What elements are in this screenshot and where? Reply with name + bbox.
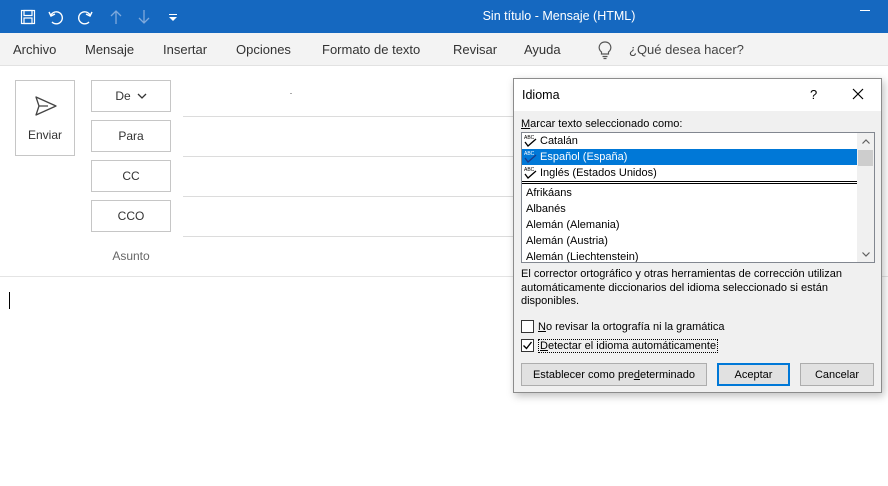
cancel-button[interactable]: Cancelar (800, 363, 874, 386)
to-field[interactable] (183, 156, 513, 157)
no-proofing-accesskey: N (538, 320, 546, 333)
listbox-scrollbar[interactable] (857, 133, 874, 262)
bcc-button[interactable]: CCO (91, 200, 171, 232)
list-item-label: Catalán (540, 135, 578, 147)
cc-field[interactable] (183, 196, 513, 197)
detect-language-label: Detectar el idioma automáticamente (538, 338, 719, 353)
no-proofing-text: o revisar la ortografía ni la gramática (545, 320, 725, 333)
scroll-up-icon[interactable] (857, 133, 874, 149)
menu-ayuda[interactable]: Ayuda (524, 42, 561, 57)
from-button[interactable]: De (91, 80, 171, 112)
send-button[interactable]: Enviar (15, 80, 75, 156)
set-default-text-a: Establecer como pre (532, 368, 634, 381)
list-item-label: Inglés (Estados Unidos) (540, 167, 657, 179)
dialog-title: Idioma (522, 88, 560, 102)
lightbulb-icon[interactable] (597, 40, 615, 60)
spellcheck-icon: ABC (524, 151, 537, 163)
menu-revisar[interactable]: Revisar (453, 42, 497, 57)
menu-formato-de-texto[interactable]: Formato de texto (322, 42, 420, 57)
mark-text-label: Marcar texto seleccionado como: (521, 118, 682, 130)
scroll-thumb[interactable] (858, 150, 873, 166)
dialog-description: El corrector ortográfico y otras herrami… (521, 268, 842, 307)
to-label: Para (118, 129, 144, 143)
from-label: De (115, 89, 131, 103)
list-item[interactable]: ABC Catalán (522, 133, 858, 149)
detect-text: etectar el idioma automáticamente (547, 339, 717, 352)
menu-archivo[interactable]: Archivo (13, 42, 56, 57)
checkmark-icon (523, 341, 533, 350)
svg-text:ABC: ABC (524, 151, 535, 157)
paper-plane-icon (34, 95, 58, 117)
language-listbox[interactable]: ABC Catalán ABC Español (España) ABC Ing… (521, 132, 875, 263)
tell-me-search[interactable]: ¿Qué desea hacer? (629, 42, 744, 57)
cc-label: CC (122, 169, 140, 183)
minimize-icon[interactable] (860, 2, 874, 18)
close-icon[interactable] (851, 87, 865, 101)
dialog-titlebar (514, 79, 881, 111)
list-item[interactable]: Alemán (Austria) (522, 233, 858, 249)
mark-label-text: arcar texto seleccionado como: (530, 118, 683, 130)
send-label: Enviar (27, 128, 62, 142)
list-item-label: Español (España) (540, 151, 628, 163)
menu-insertar[interactable]: Insertar (163, 42, 207, 57)
list-item[interactable]: Alemán (Alemania) (522, 217, 858, 233)
chevron-down-icon (137, 93, 147, 99)
list-item[interactable]: Afrikáans (522, 185, 858, 201)
scroll-down-icon[interactable] (857, 246, 874, 262)
no-proofing-label: No revisar la ortografía ni la gramática (538, 321, 724, 333)
menu-opciones[interactable]: Opciones (236, 42, 291, 57)
to-button[interactable]: Para (91, 120, 171, 152)
list-item[interactable]: Alemán (Liechtenstein) (522, 249, 858, 262)
ok-button[interactable]: Aceptar (717, 363, 790, 386)
set-default-text-b: eterminado (639, 368, 696, 381)
no-proofing-checkbox-row[interactable]: No revisar la ortografía ni la gramática (521, 319, 724, 334)
bcc-field[interactable] (183, 236, 513, 237)
window-title-text: Sin título - Mensaje (HTML) (482, 9, 636, 23)
set-default-button[interactable]: Establecer como pre d eterminado (521, 363, 707, 386)
window-title: Sin título - Mensaje (HTML) (0, 9, 888, 23)
title-bar: Sin título - Mensaje (HTML) (0, 0, 888, 33)
no-proofing-checkbox[interactable] (521, 320, 534, 333)
language-dialog: Idioma ? Marcar texto seleccionado como:… (513, 78, 882, 393)
detect-language-checkbox[interactable] (521, 339, 534, 352)
list-item-selected[interactable]: ABC Español (España) (522, 149, 858, 165)
cc-button[interactable]: CC (91, 160, 171, 192)
from-field-line (183, 116, 513, 117)
spellcheck-icon: ABC (524, 135, 537, 147)
list-item[interactable]: ABC Inglés (Estados Unidos) (522, 165, 858, 181)
text-caret[interactable] (9, 292, 10, 309)
bcc-label: CCO (117, 209, 145, 223)
menu-bar: Archivo Mensaje Insertar Opciones Format… (0, 33, 888, 66)
dialog-help-button[interactable]: ? (810, 87, 817, 102)
detect-accesskey: D (540, 339, 548, 352)
svg-text:ABC: ABC (524, 135, 535, 141)
field-dot (290, 93, 292, 94)
list-item[interactable]: Albanés (522, 201, 858, 217)
list-separator (522, 181, 858, 184)
subject-label: Asunto (112, 249, 150, 263)
mark-label-accesskey: M (521, 118, 531, 130)
detect-language-checkbox-row[interactable]: Detectar el idioma automáticamente (521, 338, 719, 353)
menu-mensaje[interactable]: Mensaje (85, 42, 134, 57)
spellcheck-icon: ABC (524, 167, 537, 179)
svg-text:ABC: ABC (524, 167, 535, 173)
